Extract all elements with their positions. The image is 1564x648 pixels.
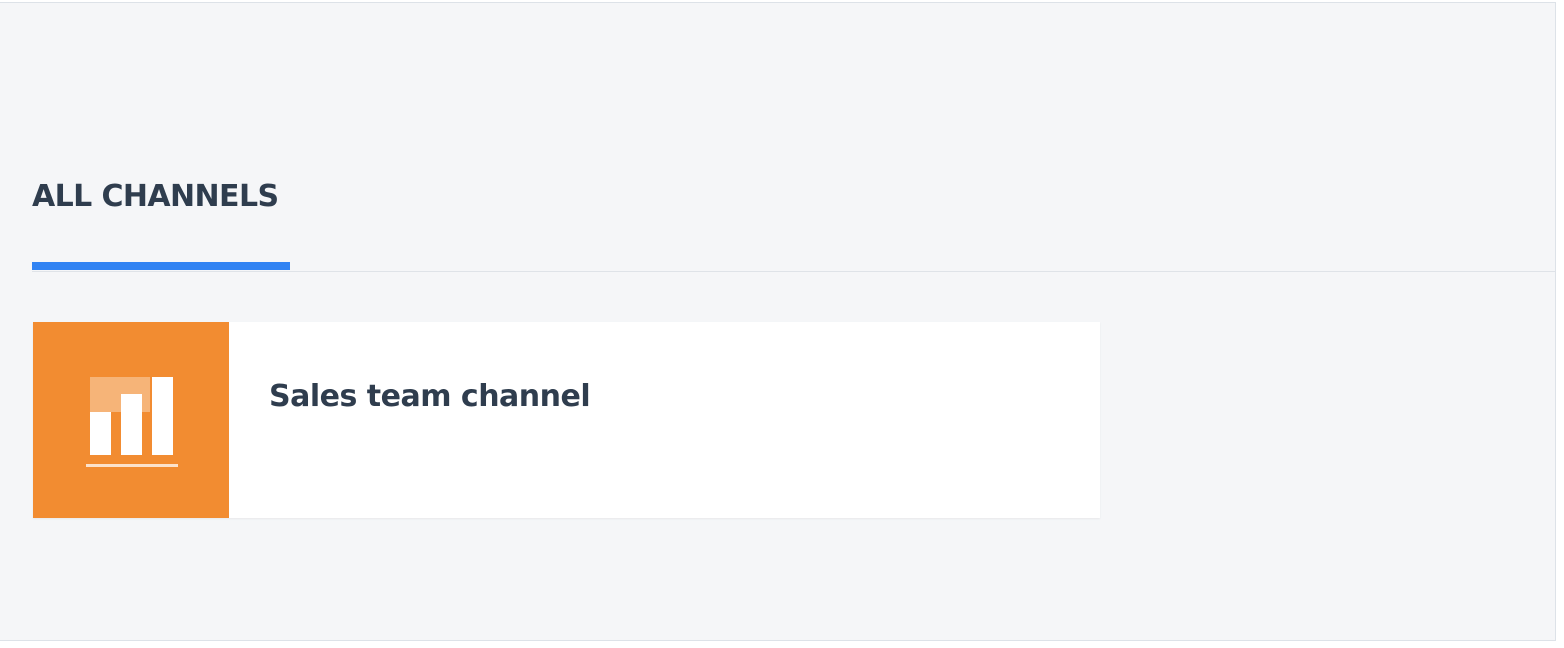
tab-all-channels[interactable]: ALL CHANNELS [32, 173, 290, 270]
channel-name: Sales team channel [269, 379, 591, 414]
icon-bar-large [152, 377, 173, 455]
tab-all-channels-label: ALL CHANNELS [32, 179, 279, 214]
channel-card-sales-team[interactable]: Sales team channel [33, 322, 1100, 518]
icon-bar-small [90, 412, 111, 455]
active-tab-indicator [32, 262, 290, 270]
channel-tabs: ALL CHANNELS [32, 3, 1555, 272]
icon-baseline [86, 464, 178, 467]
channel-thumbnail [33, 322, 229, 518]
icon-bar-medium [121, 394, 142, 455]
bar-chart-icon [33, 322, 229, 518]
